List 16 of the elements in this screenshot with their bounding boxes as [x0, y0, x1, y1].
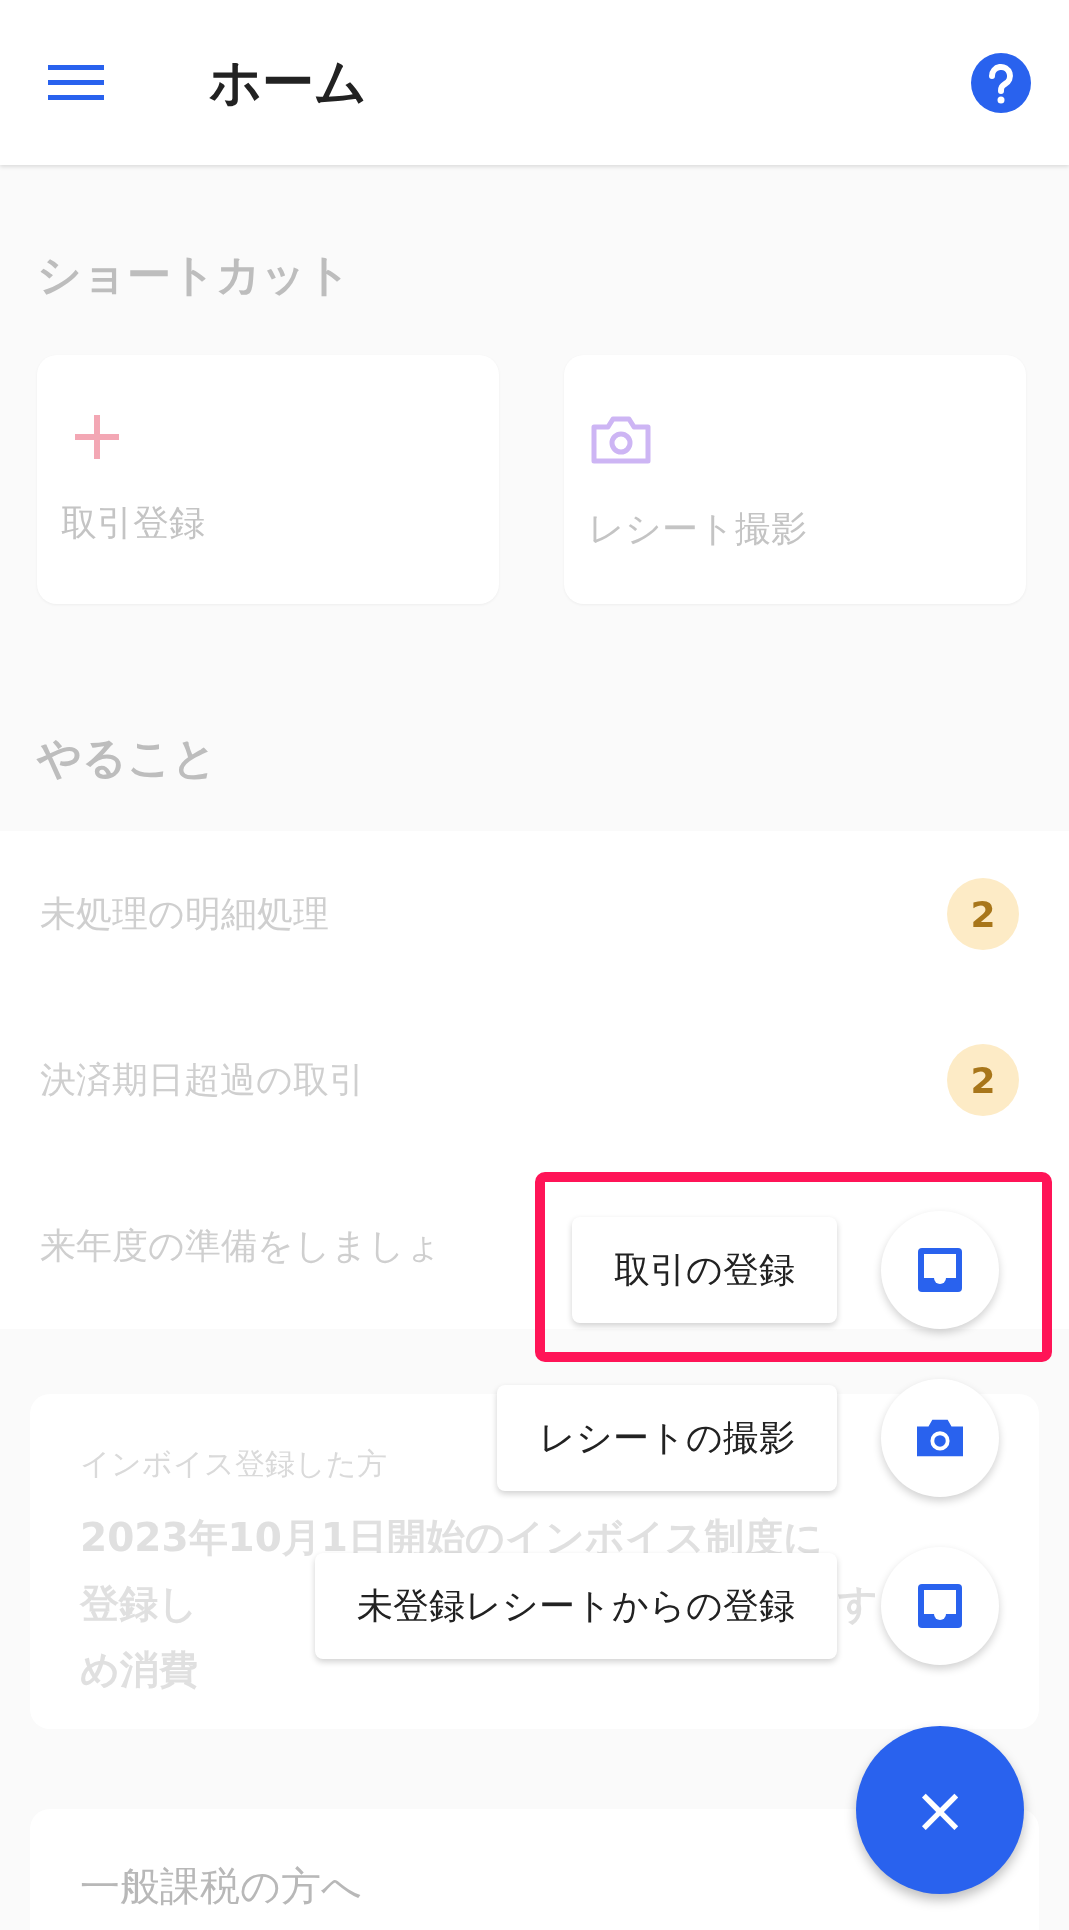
tray-icon — [917, 1248, 963, 1292]
action-label[interactable]: 取引の登録 — [572, 1217, 837, 1323]
menu-icon[interactable] — [48, 62, 104, 103]
notice-title: 一般課税の方へ — [80, 1863, 362, 1909]
help-icon[interactable] — [971, 52, 1031, 113]
section-heading: ショートカット — [37, 248, 352, 302]
count-badge: 2 — [947, 878, 1019, 950]
screen-title: ホーム — [209, 50, 368, 114]
shortcut-card[interactable]: 取引登録 — [37, 355, 499, 604]
plus-icon — [75, 415, 119, 459]
section-heading: やること — [37, 731, 218, 785]
tray-icon — [917, 1584, 963, 1628]
action-label[interactable]: レシートの撮影 — [497, 1385, 837, 1491]
action-label[interactable]: 未登録レシートからの登録 — [315, 1553, 837, 1659]
count-badge: 2 — [947, 1044, 1019, 1116]
shortcut-card[interactable]: レシート撮影 — [564, 355, 1026, 604]
